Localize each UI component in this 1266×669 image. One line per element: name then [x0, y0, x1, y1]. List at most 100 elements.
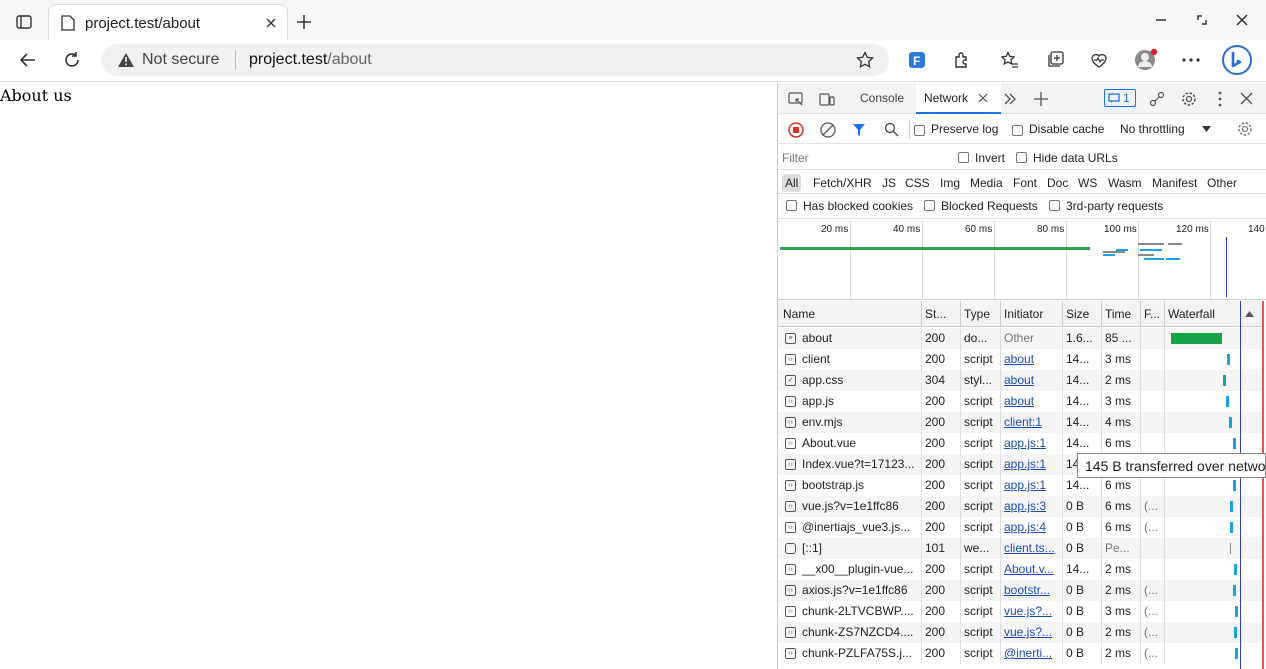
blocked-requests-checkbox[interactable] — [924, 200, 935, 211]
type-filter-other[interactable]: Other — [1204, 174, 1240, 192]
request-row[interactable]: ‹› chunk-ZS7NZCD4.... 200 script vue.js?... 0… — [778, 622, 1262, 643]
type-filter-manifest[interactable]: Manifest — [1149, 174, 1200, 192]
minimize-icon[interactable] — [1155, 19, 1167, 21]
request-row[interactable]: ‹› chunk-2LTVCBWP.... 200 script vue.js?... 0… — [778, 601, 1262, 622]
security-label[interactable]: Not secure — [142, 51, 219, 69]
back-icon[interactable] — [19, 51, 37, 69]
device-emulation-icon[interactable] — [819, 91, 835, 107]
favorite-star-icon[interactable] — [856, 51, 874, 69]
cell-initiator[interactable]: about — [1004, 394, 1060, 408]
request-row[interactable]: ‹› chunk-PZLFA75S.j... 200 script @inerti...… — [778, 643, 1262, 664]
more-menu-icon[interactable] — [1182, 58, 1200, 62]
search-icon[interactable] — [884, 122, 899, 137]
bing-copilot-icon[interactable] — [1222, 45, 1252, 75]
overview-timeline[interactable]: 20 ms 40 ms 60 ms 80 ms 100 ms 120 ms 14… — [778, 220, 1266, 300]
type-filter-ws[interactable]: WS — [1075, 174, 1100, 192]
filter-input[interactable] — [782, 149, 944, 167]
throttling-select[interactable]: No throttling — [1120, 122, 1185, 136]
extension-f-icon[interactable]: F — [908, 51, 926, 69]
inspect-element-icon[interactable] — [788, 91, 804, 107]
request-row[interactable]: ‹› @inertiajs_vue3.js... 200 script app.js:4… — [778, 517, 1262, 538]
cell-initiator[interactable]: app.js:1 — [1004, 436, 1060, 450]
collections-icon[interactable] — [1046, 51, 1064, 69]
profile-avatar-icon[interactable] — [1134, 48, 1158, 72]
cell-initiator[interactable]: about — [1004, 352, 1060, 366]
type-filter-media[interactable]: Media — [967, 174, 1006, 192]
disable-cache-checkbox[interactable] — [1012, 125, 1023, 136]
request-row[interactable]: ‹› env.mjs 200 script client:1 14... 4 ms — [778, 412, 1262, 433]
type-filter-doc[interactable]: Doc — [1044, 174, 1071, 192]
maximize-icon[interactable] — [1196, 14, 1208, 26]
warning-icon[interactable] — [117, 52, 135, 68]
chevron-down-icon[interactable] — [1202, 126, 1211, 132]
refresh-icon[interactable] — [63, 51, 81, 69]
column-time[interactable]: Time — [1105, 307, 1131, 321]
cell-initiator[interactable]: About.v... — [1004, 562, 1060, 576]
sort-ascending-icon[interactable] — [1245, 311, 1254, 317]
add-tab-icon[interactable] — [1033, 91, 1049, 107]
column-size[interactable]: Size — [1066, 307, 1089, 321]
cell-initiator[interactable]: app.js:1 — [1004, 457, 1060, 471]
close-tab-icon[interactable] — [265, 17, 277, 29]
tab-actions-icon[interactable] — [16, 14, 32, 30]
devtools-more-icon[interactable] — [1218, 91, 1222, 107]
blocked-cookies-checkbox[interactable] — [786, 200, 797, 211]
filter-funnel-icon[interactable] — [852, 122, 866, 138]
type-filter-css[interactable]: CSS — [902, 174, 933, 192]
column-name[interactable]: Name — [783, 307, 815, 321]
column-waterfall[interactable]: Waterfall — [1168, 307, 1215, 321]
browser-tab[interactable]: project.test/about — [48, 4, 288, 40]
type-filter-js[interactable]: JS — [879, 174, 899, 192]
favorites-icon[interactable] — [1001, 51, 1019, 69]
request-row[interactable]: ≡ about 200 do... Other 1.6... 85 ... — [778, 328, 1262, 349]
request-row[interactable]: ‹› app.js 200 script about 14... 3 ms — [778, 391, 1262, 412]
extensions-puzzle-icon[interactable] — [953, 51, 971, 69]
performance-icon[interactable] — [1090, 51, 1108, 69]
tab-console[interactable]: Console — [860, 91, 904, 105]
column-initiator[interactable]: Initiator — [1004, 307, 1043, 321]
cell-initiator[interactable]: vue.js?... — [1004, 604, 1060, 618]
connection-icon[interactable] — [1149, 91, 1165, 107]
invert-checkbox[interactable] — [958, 152, 969, 163]
cell-initiator[interactable]: app.js:3 — [1004, 499, 1060, 513]
request-row[interactable]: [::1] 101 we... client.ts... 0 B Pe... — [778, 538, 1262, 559]
cell-initiator[interactable]: @inerti... — [1004, 646, 1060, 660]
cell-initiator[interactable]: client.ts... — [1004, 541, 1060, 555]
close-devtools-icon[interactable] — [1240, 92, 1253, 105]
record-stop-icon[interactable] — [788, 122, 804, 138]
preserve-log-checkbox[interactable] — [914, 125, 925, 136]
request-row[interactable]: ‹› bootstrap.js 200 script app.js:1 14... 6 ms — [778, 475, 1262, 496]
tab-network[interactable]: Network — [916, 83, 1001, 114]
type-filter-all[interactable]: All — [782, 174, 802, 192]
request-row[interactable]: ‹› About.vue 200 script app.js:1 14... 6 ms — [778, 433, 1262, 454]
close-network-tab-icon[interactable] — [978, 93, 988, 103]
hide-data-urls-checkbox[interactable] — [1016, 152, 1027, 163]
issues-badge[interactable]: 1 — [1104, 89, 1136, 107]
type-filter-wasm[interactable]: Wasm — [1105, 174, 1145, 192]
cell-initiator[interactable]: app.js:1 — [1004, 478, 1060, 492]
cell-initiator[interactable]: app.js:4 — [1004, 520, 1060, 534]
request-row[interactable]: ✓ app.css 304 styl... about 14... 2 ms — [778, 370, 1262, 391]
more-tabs-chevron-icon[interactable] — [1003, 92, 1017, 106]
type-filter-font[interactable]: Font — [1010, 174, 1040, 192]
column-type[interactable]: Type — [964, 307, 990, 321]
column-status[interactable]: St... — [925, 307, 946, 321]
request-row[interactable]: ‹› vue.js?v=1e1ffc86 200 script app.js:3 0 B 6… — [778, 496, 1262, 517]
request-row[interactable]: ‹› axios.js?v=1e1ffc86 200 script bootstr...… — [778, 580, 1262, 601]
cell-initiator[interactable]: client:1 — [1004, 415, 1060, 429]
request-row[interactable]: ‹› __x00__plugin-vue... 200 script About.v..… — [778, 559, 1262, 580]
clear-icon[interactable] — [820, 122, 836, 138]
type-filter-img[interactable]: Img — [937, 174, 963, 192]
third-party-checkbox[interactable] — [1049, 200, 1060, 211]
network-settings-icon[interactable] — [1237, 121, 1253, 137]
type-filter-fetch-xhr[interactable]: Fetch/XHR — [810, 174, 875, 192]
settings-gear-icon[interactable] — [1181, 91, 1197, 107]
column-fulfilled[interactable]: F... — [1144, 307, 1160, 321]
cell-initiator[interactable]: about — [1004, 373, 1060, 387]
request-row[interactable]: ‹› client 200 script about 14... 3 ms — [778, 349, 1262, 370]
url-text[interactable]: project.test/about — [249, 51, 372, 69]
new-tab-icon[interactable] — [296, 14, 312, 30]
cell-initiator[interactable]: vue.js?... — [1004, 625, 1060, 639]
close-window-icon[interactable] — [1236, 14, 1248, 26]
cell-initiator[interactable]: bootstr... — [1004, 583, 1060, 597]
